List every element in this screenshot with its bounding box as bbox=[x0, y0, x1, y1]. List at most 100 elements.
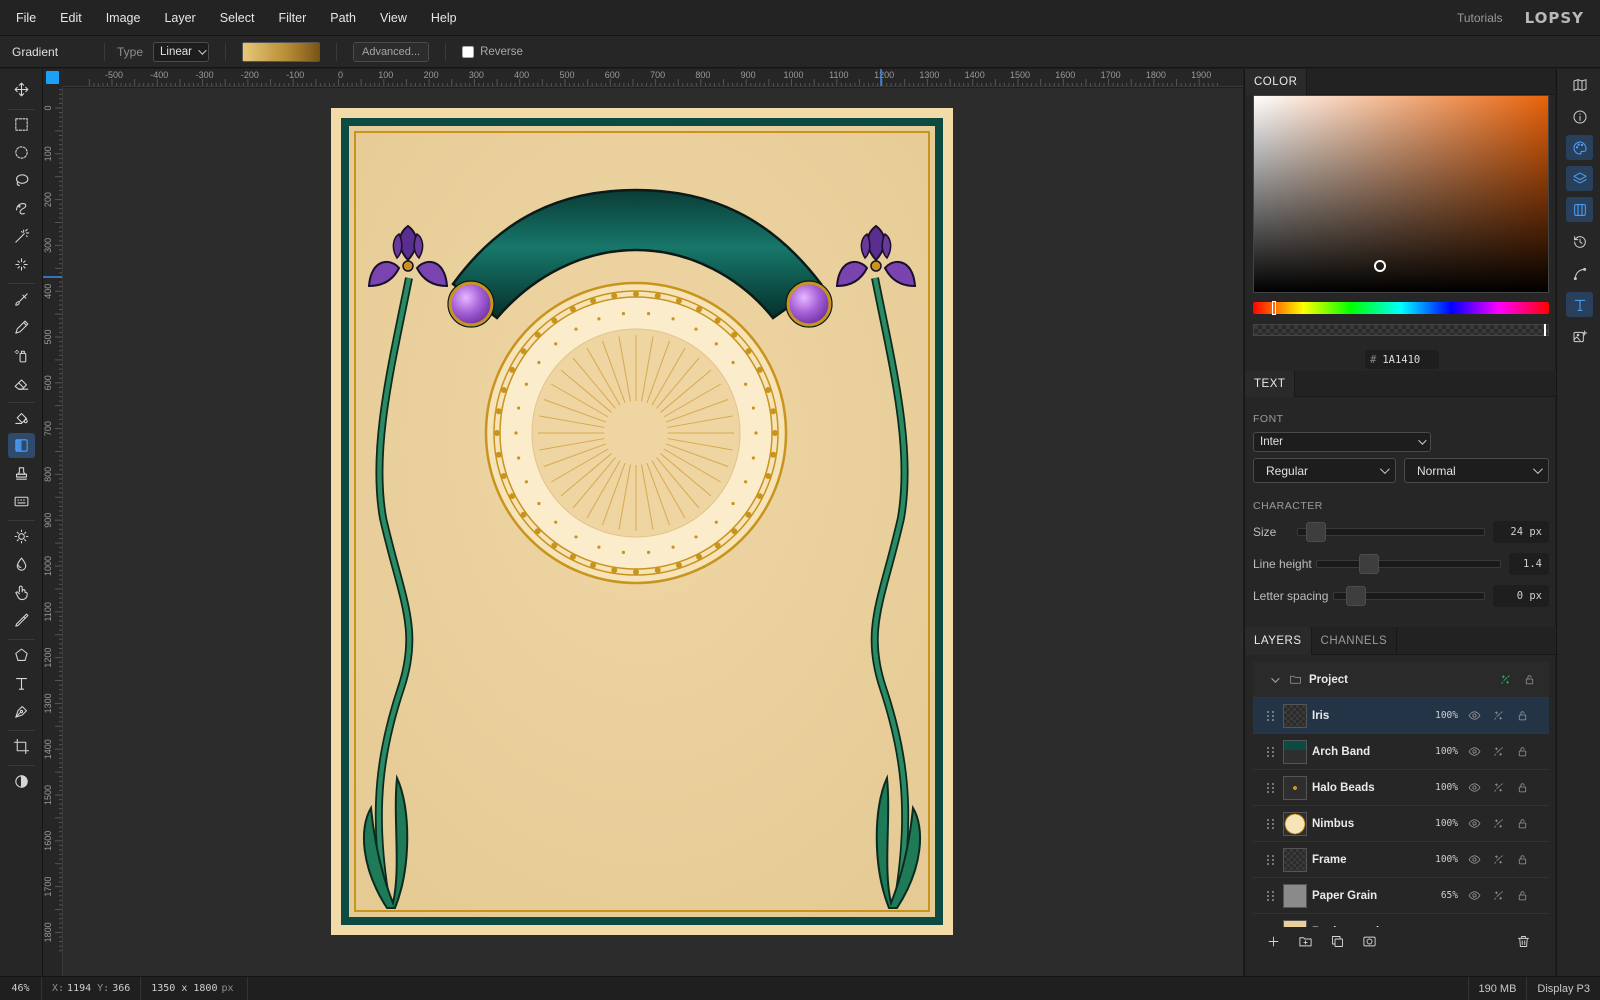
drag-handle-icon[interactable] bbox=[1267, 818, 1277, 829]
link-icon[interactable] bbox=[1490, 852, 1506, 868]
layer-row[interactable]: Halo Beads 100% bbox=[1253, 770, 1549, 806]
hue-slider-handle[interactable] bbox=[1272, 301, 1276, 315]
letter-spacing-slider-thumb[interactable] bbox=[1346, 586, 1366, 606]
letter-spacing-slider[interactable] bbox=[1333, 586, 1485, 606]
lock-icon[interactable] bbox=[1514, 744, 1530, 760]
menu-help[interactable]: Help bbox=[419, 11, 469, 25]
lasso-tool[interactable] bbox=[8, 168, 35, 193]
gradient-preview-swatch[interactable] bbox=[241, 41, 320, 62]
burn-tool[interactable] bbox=[8, 552, 35, 577]
document-artboard[interactable] bbox=[331, 108, 953, 935]
info-panel-button[interactable] bbox=[1566, 104, 1593, 129]
menu-select[interactable]: Select bbox=[208, 11, 267, 25]
drag-handle-icon[interactable] bbox=[1267, 782, 1277, 793]
move-tool[interactable] bbox=[8, 77, 35, 102]
line-height-slider-thumb[interactable] bbox=[1359, 554, 1379, 574]
drag-handle-icon[interactable] bbox=[1267, 854, 1277, 865]
text-tool[interactable] bbox=[8, 671, 35, 696]
link-icon[interactable] bbox=[1490, 780, 1506, 796]
eye-icon[interactable] bbox=[1466, 780, 1482, 796]
vertical-ruler[interactable]: 0 100 200 300 400 500 600 700 800 900 1000 1100 1200… bbox=[43, 87, 63, 976]
lock-icon[interactable] bbox=[1514, 816, 1530, 832]
text-panel-button[interactable] bbox=[1566, 292, 1593, 317]
link-icon[interactable] bbox=[1497, 672, 1513, 688]
tab-layers[interactable]: LAYERS bbox=[1245, 627, 1312, 655]
delete-layer-button[interactable] bbox=[1513, 931, 1533, 951]
smudge-tool[interactable] bbox=[8, 580, 35, 605]
history-panel-button[interactable] bbox=[1566, 229, 1593, 254]
menu-filter[interactable]: Filter bbox=[266, 11, 318, 25]
drag-handle-icon[interactable] bbox=[1267, 746, 1277, 757]
spray-tool[interactable] bbox=[8, 343, 35, 368]
layer-opacity[interactable]: 100% bbox=[1424, 710, 1458, 721]
image-panel-button[interactable] bbox=[1566, 324, 1593, 349]
gradient-tool[interactable] bbox=[8, 433, 35, 458]
eye-icon[interactable] bbox=[1466, 888, 1482, 904]
tutorials-link[interactable]: Tutorials bbox=[1457, 11, 1503, 25]
layer-opacity[interactable]: 100% bbox=[1424, 782, 1458, 793]
layer-group-row[interactable]: Project bbox=[1253, 662, 1549, 698]
mask-button[interactable] bbox=[1359, 931, 1379, 951]
pencil-tool[interactable] bbox=[8, 315, 35, 340]
rect-select-tool[interactable] bbox=[8, 112, 35, 137]
menu-path[interactable]: Path bbox=[318, 11, 368, 25]
layer-name[interactable]: Halo Beads bbox=[1312, 782, 1424, 794]
alpha-slider-handle[interactable] bbox=[1544, 324, 1546, 336]
saturation-value-field[interactable] bbox=[1253, 95, 1549, 293]
color-profile[interactable]: Display P3 bbox=[1526, 977, 1600, 1000]
lock-icon[interactable] bbox=[1514, 888, 1530, 904]
layer-row[interactable]: Iris 100% bbox=[1253, 698, 1549, 734]
advanced-button[interactable]: Advanced... bbox=[352, 41, 430, 62]
duplicate-layer-button[interactable] bbox=[1327, 931, 1347, 951]
line-height-input[interactable]: 1.4 bbox=[1509, 553, 1549, 575]
polygon-tool[interactable] bbox=[8, 643, 35, 668]
eye-icon[interactable] bbox=[1466, 744, 1482, 760]
new-group-button[interactable] bbox=[1295, 931, 1315, 951]
layers-panel-button[interactable] bbox=[1566, 166, 1593, 191]
hue-slider[interactable] bbox=[1253, 301, 1549, 315]
magic-wand-tool[interactable] bbox=[8, 224, 35, 249]
map-panel-button[interactable] bbox=[1566, 72, 1593, 97]
font-style-select[interactable]: Normal bbox=[1404, 458, 1549, 483]
paths-panel-button[interactable] bbox=[1566, 261, 1593, 286]
layer-row[interactable]: Frame 100% bbox=[1253, 842, 1549, 878]
size-slider[interactable] bbox=[1297, 522, 1485, 542]
size-slider-thumb[interactable] bbox=[1306, 522, 1326, 542]
link-icon[interactable] bbox=[1490, 744, 1506, 760]
hex-input[interactable]: # 1A1410 bbox=[1365, 350, 1439, 369]
layer-row[interactable]: Nimbus 100% bbox=[1253, 806, 1549, 842]
link-icon[interactable] bbox=[1490, 888, 1506, 904]
crop-tool[interactable] bbox=[8, 734, 35, 759]
eye-icon[interactable] bbox=[1466, 852, 1482, 868]
healing-tool[interactable] bbox=[8, 252, 35, 277]
tab-channels[interactable]: CHANNELS bbox=[1312, 627, 1398, 655]
layer-name[interactable]: Iris bbox=[1312, 710, 1424, 722]
tab-text[interactable]: TEXT bbox=[1245, 371, 1296, 397]
canvas-viewport[interactable] bbox=[63, 88, 1243, 976]
layer-name[interactable]: Frame bbox=[1312, 854, 1424, 866]
lock-icon[interactable] bbox=[1514, 852, 1530, 868]
lock-icon[interactable] bbox=[1514, 780, 1530, 796]
quick-select-tool[interactable] bbox=[8, 196, 35, 221]
lock-icon[interactable] bbox=[1514, 708, 1530, 724]
guide-color-swatch[interactable] bbox=[46, 71, 59, 84]
font-family-select[interactable]: Inter bbox=[1253, 432, 1431, 452]
stamp-tool[interactable] bbox=[8, 461, 35, 486]
chevron-down-icon[interactable] bbox=[1271, 673, 1280, 683]
layer-name[interactable]: Paper Grain bbox=[1312, 890, 1424, 902]
channels-panel-button[interactable] bbox=[1566, 197, 1593, 222]
eye-icon[interactable] bbox=[1466, 816, 1482, 832]
brush-tool[interactable] bbox=[8, 287, 35, 312]
menu-file[interactable]: File bbox=[0, 11, 48, 25]
color-picker-handle[interactable] bbox=[1374, 260, 1386, 272]
layer-opacity[interactable]: 100% bbox=[1424, 854, 1458, 865]
reverse-checkbox[interactable] bbox=[462, 45, 475, 58]
drag-handle-icon[interactable] bbox=[1267, 710, 1277, 721]
layer-opacity[interactable]: 65% bbox=[1424, 890, 1458, 901]
eyedropper-tool[interactable] bbox=[8, 608, 35, 633]
reverse-toggle[interactable]: Reverse bbox=[462, 45, 523, 58]
font-weight-select[interactable]: Regular bbox=[1253, 458, 1396, 483]
gradient-type-select[interactable]: Linear bbox=[153, 41, 209, 62]
paint-bucket-tool[interactable] bbox=[8, 406, 35, 431]
menu-layer[interactable]: Layer bbox=[152, 11, 207, 25]
